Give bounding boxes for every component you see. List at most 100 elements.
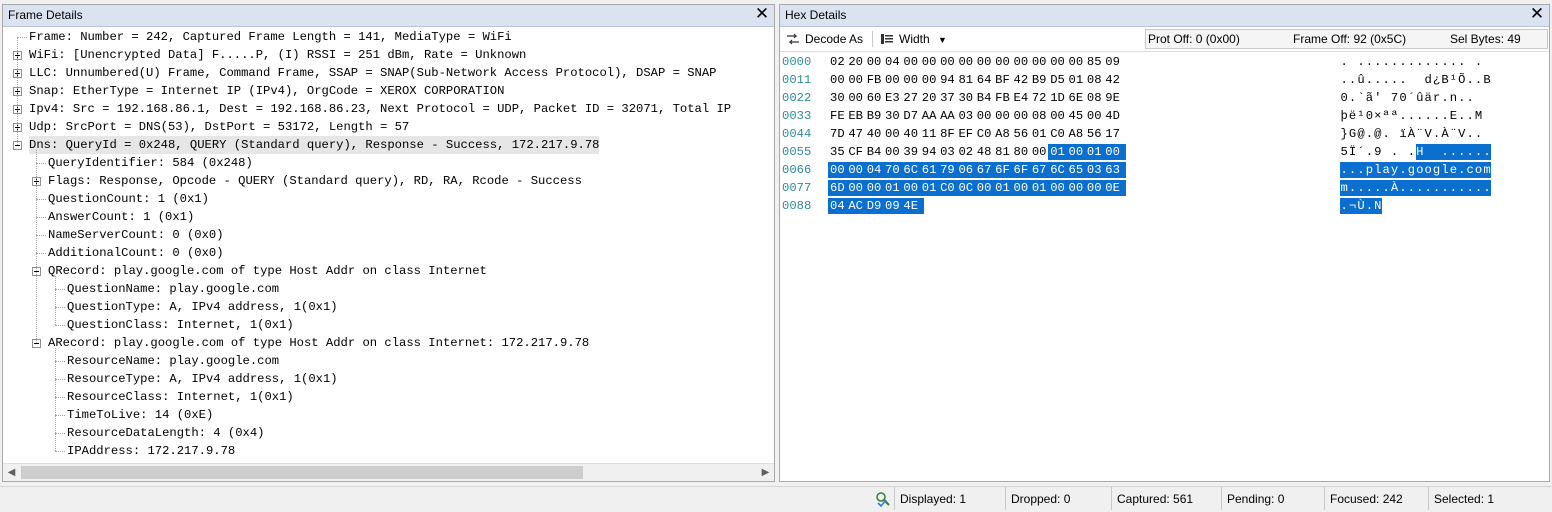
scroll-right-icon[interactable]: ▶ [757,464,774,481]
ascii-char: . [1340,73,1348,87]
hex-row[interactable]: 0022 30 00 60 E3 27 20 37 30 B4 FB E4 72 1D 6E 08 9E 0. ` ã… [780,89,1540,107]
tree-connector [55,397,65,398]
hex-byte[interactable]: 17 [1105,126,1126,142]
hex-row[interactable]: 0011 00 00 FB 00 00 00 94 81 64 BF 42 B9 D5 01 08 42.. û.… [780,71,1540,89]
ascii-char: ¹ [1449,73,1458,87]
hex-byte[interactable]: 42 [1105,72,1126,88]
ascii-char: M [1474,109,1483,123]
tree-row-label: ResourceDataLength: 4 (0x4) [67,426,265,440]
ascii-char: . [1365,145,1374,159]
frame-details-close-icon[interactable]: ✕ [754,6,770,23]
ascii-char: ` [1357,91,1365,105]
hex-offset: 0055 [782,145,812,159]
frame-details-title: Frame Details [8,8,83,22]
tree-row-label: QuestionCount: 1 (0x1) [48,192,209,206]
ascii-char: . [1348,162,1357,178]
decode-as-button[interactable]: Decode As [786,30,863,48]
hex-byte[interactable]: 0E [1105,180,1127,196]
ascii-char: . [1458,55,1466,69]
frame-details-horizontal-scrollbar[interactable]: ◀ ▶ [3,463,774,481]
tree-row-label: Flags: Response, Opcode - QUERY (Standar… [48,174,582,188]
ascii-char: . [1466,109,1474,123]
frame-details-header: Frame Details ✕ [3,5,774,27]
hex-row[interactable]: 008804ACD9094E.¬Ù.N.¬Ù.N [780,197,1540,215]
hex-byte[interactable]: 00 [1105,144,1127,160]
ascii-char: g [1407,162,1416,178]
hex-row[interactable]: 0066 00 00 04 70 6C 61 79 06 67 6F 6F 67 6C 65 03 63... p… [780,161,1540,179]
sel-bytes-label: Sel Bytes: 49 [1450,32,1521,46]
hex-byte[interactable]: 9E [1105,90,1126,106]
status-bar: Displayed: 1 Dropped: 0 Captured: 561 Pe… [0,486,1552,510]
ascii-char: G [1348,127,1357,141]
ascii-char: V [1458,127,1466,141]
hex-row[interactable]: 0055 35 CF B4 00 39 94 03 02 48 81 80 00 01 00 01 00 5 Ï ´.… [780,143,1540,161]
ascii-char: . [1348,180,1357,196]
ascii-char: ´ [1407,91,1416,105]
hex-row[interactable]: 0000 02 20 00 04 00 00 00 00 00 00 00 00 00 00 85 09. ..… [780,53,1540,71]
ascii-char: ë [1348,109,1357,123]
ascii-char: . [1458,109,1466,123]
ascii-char [1390,126,1398,142]
ascii-char: 5 [1340,145,1348,159]
width-dropdown[interactable]: Width ▼ [880,30,947,48]
chevron-down-icon: ▼ [938,35,947,45]
ascii-char: . [1390,73,1399,87]
ascii-char [1399,144,1407,160]
ascii-char: . [1466,73,1474,87]
scrollbar-thumb[interactable] [21,466,583,479]
hex-offset: 0088 [782,199,812,213]
ascii-char: r [1432,91,1441,105]
ascii-char: a [1382,162,1391,178]
ascii-char: . [1441,55,1449,69]
ascii-char: . [1382,180,1391,196]
hex-row[interactable]: 0033 FE EB B9 30 D7 AA AA 03 00 00 00 08 00 45 00 4D þ ë ¹ 0… [780,107,1540,125]
tree-row-label: ResourceType: A, IPv4 address, 1(0x1) [67,372,338,386]
hex-byte[interactable]: 4D [1105,108,1126,124]
hex-row[interactable]: 0077 6D 00 00 01 00 01 C0 0C 00 01 00 01 00 00 00 0E m...… [780,179,1540,197]
ascii-char: . [1474,55,1483,69]
tree-row-label: LLC: Unnumbered(U) Frame, Command Frame,… [29,66,717,80]
tree-connector [55,289,65,290]
ascii-char: . [1365,73,1374,87]
hex-byte[interactable]: 4E [903,198,925,214]
ascii-char: g [1432,162,1441,178]
ascii-char: . [1416,109,1424,123]
hex-byte[interactable]: 09 [1105,54,1126,70]
tree-row-label: AnswerCount: 1 (0x1) [48,210,195,224]
ascii-char: . [1373,180,1382,196]
frame-details-tree[interactable]: Frame: Number = 242, Captured Frame Leng… [3,27,774,465]
scroll-left-icon[interactable]: ◀ [3,464,20,481]
tree-connector [55,451,65,452]
hex-byte[interactable]: 63 [1105,162,1127,178]
ascii-char [1432,144,1441,160]
hex-row[interactable]: 0044 7D 47 40 00 40 11 8F EF C0 A8 56 01 C0 A8 56 17} G @.… [780,125,1540,143]
tree-connector [36,199,46,200]
status-dropped: Dropped: 0 [1005,487,1111,510]
ascii-char: . [1449,144,1458,160]
ascii-char: . [1466,180,1475,196]
ascii-char: . [1415,180,1424,196]
ascii-char: ´ [1357,145,1365,159]
ascii-char: . [1432,109,1441,123]
hex-offset: 0011 [782,73,812,87]
tree-connector [55,379,65,380]
status-focused: Focused: 242 [1324,487,1428,510]
tree-row-label: ARecord: play.google.com of type Host Ad… [48,336,590,350]
ascii-char: 0 [1365,109,1374,123]
ascii-char: ä [1424,91,1432,105]
ascii-char: N [1373,198,1382,214]
ascii-char: 0 [1340,91,1348,105]
ascii-char: . [1348,73,1357,87]
tree-row-label: IPAddress: 172.217.9.78 [67,444,236,458]
ascii-char: n [1449,91,1458,105]
tree-connector [55,325,65,326]
ascii-char: . [1458,91,1466,105]
ascii-char: . [1474,127,1483,141]
ascii-char: . [1457,144,1466,160]
status-selected: Selected: 1 [1428,487,1544,510]
hex-details-close-icon[interactable]: ✕ [1529,6,1545,23]
ascii-char: 0 [1399,91,1407,105]
ascii-char: . [1382,55,1390,69]
ascii-char: . [1374,55,1382,69]
offset-info-box: Prot Off: 0 (0x00) Frame Off: 92 (0x5C) … [1145,29,1548,49]
